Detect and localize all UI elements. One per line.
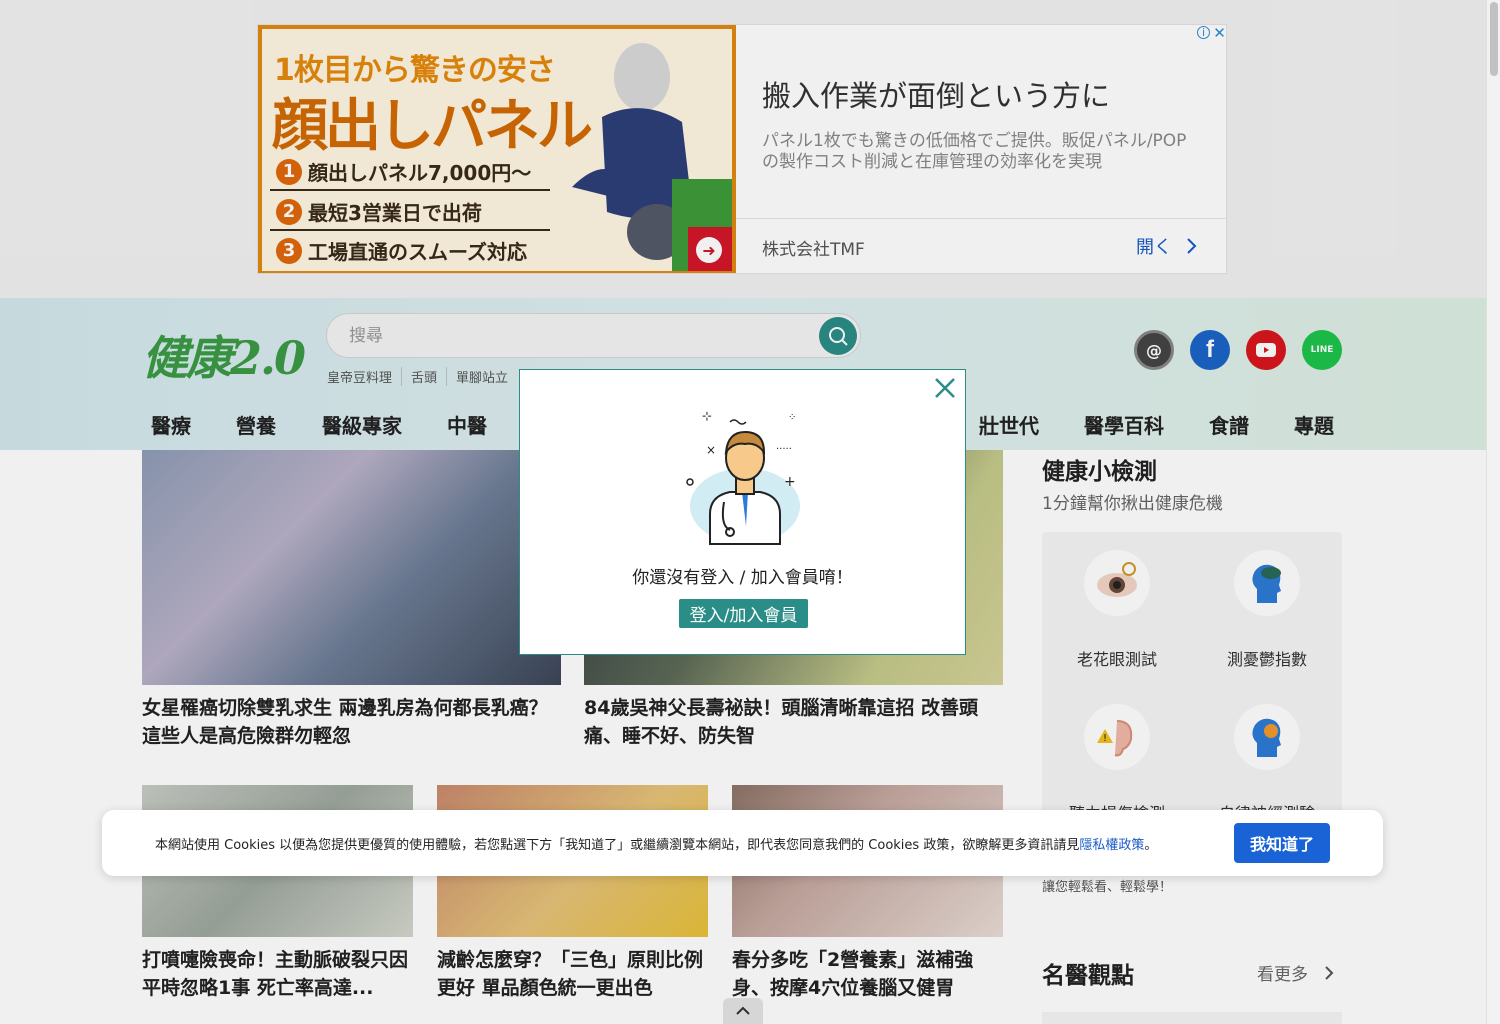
login-button[interactable]: 登入/加入會員: [679, 599, 808, 628]
scrollbar-thumb[interactable]: [1490, 2, 1498, 76]
modal-message: 你還沒有登入 / 加入會員唷！: [632, 568, 853, 588]
svg-text:+: +: [784, 474, 796, 490]
doctor-icon: ⊹ ⁘ × + ·····: [686, 409, 800, 545]
svg-text:·····: ·····: [776, 444, 792, 455]
close-icon[interactable]: [931, 374, 959, 402]
cookie-text: 本網站使用 Cookies 以便為您提供更優質的使用體驗，若您點選下方「我知道了…: [155, 838, 1158, 853]
cookie-accept-button[interactable]: 我知道了: [1234, 823, 1330, 863]
cookie-banner: 本網站使用 Cookies 以便為您提供更優質的使用體驗，若您點選下方「我知道了…: [102, 810, 1383, 876]
svg-text:×: ×: [706, 443, 716, 457]
scrollbar[interactable]: [1486, 0, 1500, 1024]
svg-text:⁘: ⁘: [788, 412, 796, 423]
login-modal: ⊹ ⁘ × + ····· 你還沒有登入 / 加入會員唷！ 登入/加入會員: [519, 369, 966, 655]
svg-text:⊹: ⊹: [702, 409, 712, 423]
privacy-policy-link[interactable]: 隱私權政策: [1079, 838, 1144, 853]
